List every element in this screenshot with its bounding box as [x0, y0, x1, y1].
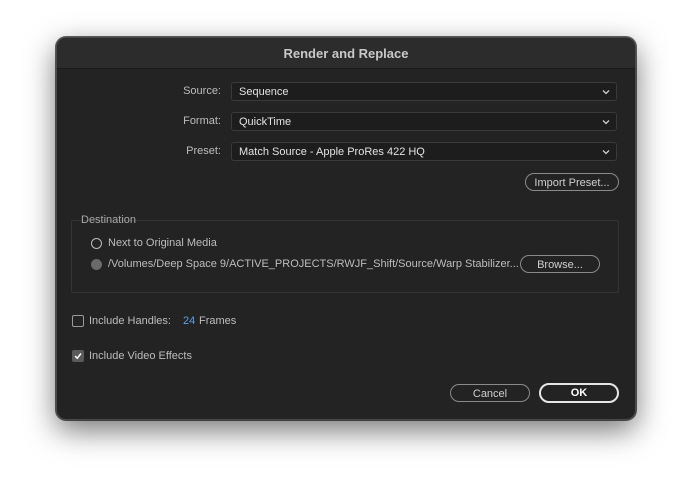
include-handles-label: Include Handles:: [89, 315, 171, 327]
preset-select[interactable]: Match Source - Apple ProRes 422 HQ: [231, 142, 617, 161]
radio-next-to-original[interactable]: [91, 238, 102, 249]
browse-button[interactable]: Browse...: [520, 255, 600, 273]
source-value: Sequence: [239, 86, 289, 98]
chevron-down-icon: [602, 120, 610, 125]
include-handles-checkbox[interactable]: [72, 315, 84, 327]
chevron-down-icon: [602, 150, 610, 155]
ok-button[interactable]: OK: [539, 383, 619, 403]
radio-path[interactable]: [91, 259, 102, 270]
radio-next-to-original-label: Next to Original Media: [108, 237, 217, 249]
title-bar: Render and Replace: [57, 38, 635, 69]
dialog-title: Render and Replace: [283, 45, 409, 61]
destination-path: /Volumes/Deep Space 9/ACTIVE_PROJECTS/RW…: [108, 258, 519, 270]
source-select[interactable]: Sequence: [231, 82, 617, 101]
preset-label: Preset:: [186, 145, 221, 157]
render-and-replace-dialog: Render and Replace Source: Sequence Form…: [56, 37, 636, 420]
cancel-button[interactable]: Cancel: [450, 384, 530, 402]
import-preset-button[interactable]: Import Preset...: [525, 173, 619, 191]
preset-value: Match Source - Apple ProRes 422 HQ: [239, 146, 425, 158]
format-value: QuickTime: [239, 116, 292, 128]
handles-unit: Frames: [199, 315, 237, 327]
include-video-effects-checkbox[interactable]: [72, 350, 84, 362]
format-select[interactable]: QuickTime: [231, 112, 617, 131]
checkmark-icon: [74, 353, 82, 360]
destination-title: Destination: [81, 214, 137, 226]
chevron-down-icon: [602, 90, 610, 95]
include-video-effects-label: Include Video Effects: [89, 350, 192, 362]
handles-value[interactable]: 24: [183, 315, 195, 327]
format-label: Format:: [183, 115, 221, 127]
source-label: Source:: [183, 85, 221, 97]
